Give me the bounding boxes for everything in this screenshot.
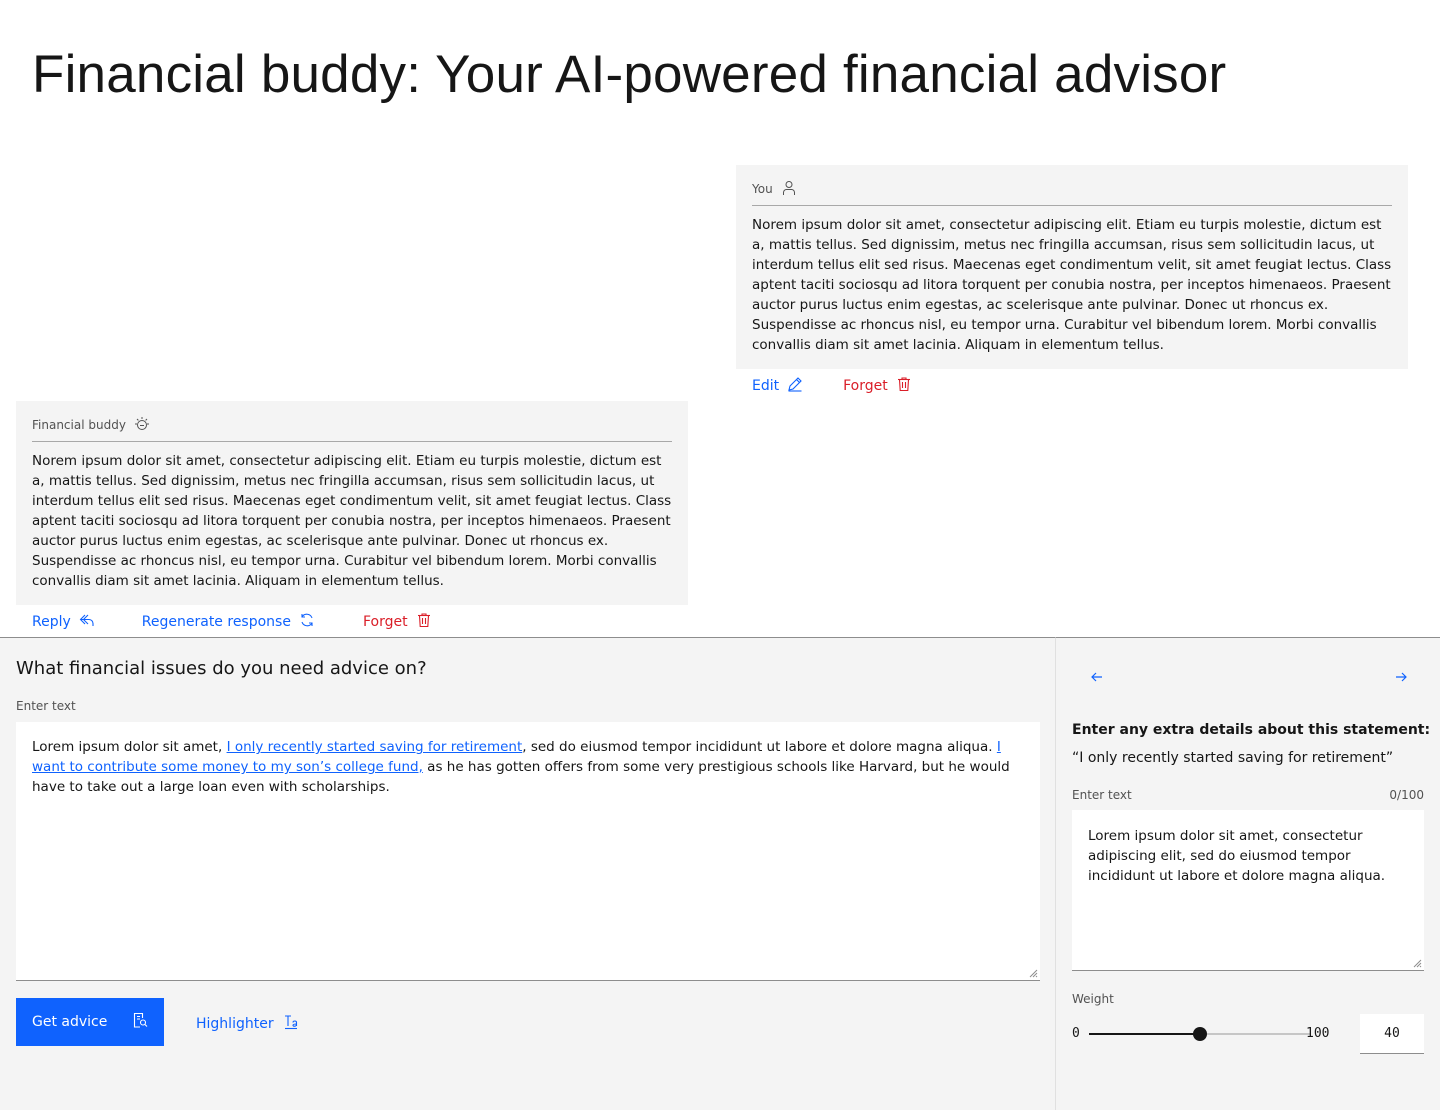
slider-track-fill xyxy=(1089,1033,1200,1035)
watson-icon xyxy=(134,416,150,435)
resize-grip-icon[interactable] xyxy=(1029,969,1038,978)
weight-value-input[interactable]: 40 xyxy=(1360,1014,1424,1054)
forget-assistant-message-button[interactable]: Forget xyxy=(363,612,432,632)
refresh-icon xyxy=(299,612,315,632)
forget-label: Forget xyxy=(362,614,408,630)
highlighter-button[interactable]: Highlighter xyxy=(196,1014,299,1034)
details-text: Lorem ipsum dolor sit amet, consectetur … xyxy=(1088,828,1386,884)
reply-button[interactable]: Reply xyxy=(32,612,95,632)
pencil-icon xyxy=(787,376,803,396)
arrow-left-icon[interactable] xyxy=(1089,669,1105,685)
composer-panel: What financial issues do you need advice… xyxy=(0,637,1055,1110)
user-author-label: You xyxy=(752,182,773,196)
reply-label: Reply xyxy=(32,614,71,630)
regenerate-response-button[interactable]: Regenerate response xyxy=(142,612,315,632)
resize-grip-icon[interactable] xyxy=(1413,959,1422,968)
arrow-right-icon[interactable] xyxy=(1393,669,1409,685)
user-message-actions: Edit Forget xyxy=(752,376,912,396)
slider-thumb[interactable] xyxy=(1192,1027,1207,1041)
slider-track[interactable] xyxy=(1089,1027,1310,1041)
forget-user-message-button[interactable]: Forget xyxy=(843,376,912,396)
trash-icon xyxy=(416,612,432,632)
text-highlight-icon xyxy=(283,1014,299,1034)
edit-label: Edit xyxy=(752,378,780,394)
assistant-message-text: Norem ipsum dolor sit amet, consectetur … xyxy=(32,453,672,589)
page-title: Financial buddy: Your AI-powered financi… xyxy=(32,45,1227,104)
get-advice-label: Get advice xyxy=(32,1014,108,1030)
details-panel: Enter any extra details about this state… xyxy=(1055,637,1440,1110)
text-segment: Lorem ipsum dolor sit amet, xyxy=(32,739,227,755)
edit-button[interactable]: Edit xyxy=(752,376,803,396)
assistant-message-actions: Reply Regenerate response Forget xyxy=(32,612,432,632)
composer-question: What financial issues do you need advice… xyxy=(16,658,427,679)
composer-field-label: Enter text xyxy=(16,699,76,713)
user-message: You Norem ipsum dolor sit amet, consecte… xyxy=(736,165,1408,369)
highlighted-phrase-link[interactable]: I only recently started saving for retir… xyxy=(227,739,523,755)
reply-icon xyxy=(79,612,95,632)
slider-max-label: 100 xyxy=(1306,1026,1330,1041)
details-field-label: Enter text xyxy=(1072,788,1132,802)
character-counter: 0/100 xyxy=(1389,788,1424,802)
assistant-author-label: Financial buddy xyxy=(32,418,126,432)
details-title: Enter any extra details about this state… xyxy=(1072,722,1431,738)
user-icon xyxy=(781,180,797,199)
user-message-text: Norem ipsum dolor sit amet, consectetur … xyxy=(752,217,1392,353)
assistant-message: Financial buddy Norem ipsum dolor sit am… xyxy=(16,401,688,605)
user-message-header: You xyxy=(752,180,1392,206)
regenerate-label: Regenerate response xyxy=(141,614,291,630)
slider-min-label: 0 xyxy=(1072,1026,1080,1041)
weight-slider: 0 100 40 xyxy=(1072,1014,1424,1054)
highlighter-label: Highlighter xyxy=(196,1016,274,1032)
report-search-icon xyxy=(132,1012,148,1032)
weight-label: Weight xyxy=(1072,992,1114,1006)
forget-label: Forget xyxy=(843,378,888,394)
assistant-message-header: Financial buddy xyxy=(32,416,672,442)
details-textarea[interactable]: Lorem ipsum dolor sit amet, consectetur … xyxy=(1072,810,1424,971)
text-segment: , sed do eiusmod tempor incididunt ut la… xyxy=(522,739,997,755)
trash-icon xyxy=(896,376,912,396)
details-quote: “I only recently started saving for reti… xyxy=(1072,750,1394,766)
advice-textarea[interactable]: Lorem ipsum dolor sit amet, I only recen… xyxy=(16,722,1040,981)
get-advice-button[interactable]: Get advice xyxy=(16,998,164,1046)
